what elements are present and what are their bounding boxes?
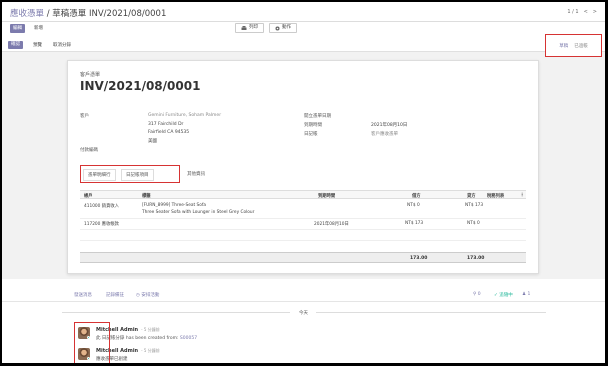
action-label: 動作: [282, 25, 291, 30]
preview-button[interactable]: 預覽: [30, 41, 45, 50]
tabs-highlight: [80, 165, 180, 183]
action-bar: 確認 預覽 取消分錄: [2, 39, 605, 52]
message-time: - 5 分鐘前: [141, 327, 160, 332]
payment-ref-label: 付款編碼: [80, 148, 98, 153]
message-body: 此 日記帳分錄 has been created from: S00057: [96, 335, 197, 341]
table-header: 帳戶 標籤 到期時間 借方 貸方 稅務列表 ⋮: [80, 190, 526, 199]
following-label: 追隨中: [499, 293, 513, 298]
edit-button[interactable]: 編輯: [10, 24, 25, 33]
form-area: 客戶憑單 INV/2021/08/0001 客戶 Gemini Furnitur…: [2, 52, 605, 279]
col-credit[interactable]: 貸方: [467, 193, 476, 199]
pager-next-icon[interactable]: >: [593, 9, 597, 15]
customer-name[interactable]: Gemini Furniture, Soham Palmer: [148, 113, 221, 118]
today-separator: 今天: [299, 311, 308, 316]
row1-label-desc: Three Seater Sofa with Lounger in Steel …: [142, 210, 255, 215]
schedule-activity-button[interactable]: ◷ 安排活動: [136, 292, 159, 298]
invoice-sheet: 客戶憑單 INV/2021/08/0001 客戶 Gemini Furnitur…: [67, 60, 539, 274]
status-bar: 草稿 已過帳: [545, 34, 602, 57]
address-line1: 317 Fairchild Dr: [148, 122, 184, 127]
clock-icon: ◷: [136, 293, 140, 298]
col-debit[interactable]: 借方: [412, 193, 421, 199]
status-posted[interactable]: 已過帳: [574, 43, 588, 49]
col-due[interactable]: 到期時間: [318, 193, 335, 199]
log-note-button[interactable]: 記錄備註: [106, 292, 124, 298]
address-line2: Fairfield CA 94535: [148, 130, 190, 135]
status-draft[interactable]: 草稿: [559, 43, 568, 49]
avatar-highlight: [74, 322, 110, 363]
check-icon: ✓: [494, 293, 498, 298]
paperclip-icon: ⚲: [473, 292, 477, 297]
pager-counter: 1 / 1: [567, 9, 579, 15]
control-bar: 編輯 新增 列印 動作: [2, 22, 605, 39]
row2-credit: NT$ 0: [467, 221, 480, 226]
chatter-divider: [2, 301, 605, 302]
tab-other-info[interactable]: 其他資訊: [183, 169, 209, 181]
print-icon: [241, 25, 247, 30]
pager-prev-icon[interactable]: <: [584, 9, 588, 15]
total-debit: 173.00: [410, 256, 428, 261]
print-label: 列印: [249, 25, 258, 30]
col-account[interactable]: 帳戶: [84, 193, 93, 199]
address-country: 美國: [148, 139, 157, 144]
row2-account: 117200 應收帳款: [84, 222, 119, 227]
row2-due: 2021年08月10日: [314, 222, 349, 227]
row-divider: [80, 218, 526, 219]
confirm-button[interactable]: 確認: [8, 41, 23, 49]
breadcrumb-current: 草稿憑單 INV/2021/08/0001: [52, 9, 167, 19]
attachment-count: 0: [477, 292, 481, 297]
pager: 1 / 1 < >: [567, 9, 597, 15]
invoice-number: INV/2021/08/0001: [80, 79, 201, 93]
journal-label: 日記帳: [304, 132, 318, 137]
user-icon: ♟: [522, 292, 527, 297]
col-tax[interactable]: 稅務列表: [487, 193, 504, 199]
print-button[interactable]: 列印: [235, 23, 264, 33]
attachments-button[interactable]: ⚲ 0: [473, 292, 481, 297]
message-time: - 5 分鐘前: [141, 348, 160, 353]
row-divider: [80, 240, 526, 241]
app-window: 應收憑單 / 草稿憑單 INV/2021/08/0001 1 / 1 < > 編…: [2, 2, 605, 363]
due-date-label: 到期時間: [304, 123, 322, 128]
create-button[interactable]: 新增: [31, 24, 46, 33]
due-date-value[interactable]: 2021年08月10日: [371, 122, 407, 128]
today-line-right: [316, 312, 546, 313]
action-button[interactable]: 動作: [269, 23, 297, 33]
document-type: 客戶憑單: [80, 72, 101, 78]
row1-label: [FURN_8999] Three-Seat Sofa: [142, 203, 207, 208]
total-credit: 173.00: [467, 256, 485, 261]
column-options-icon[interactable]: ⋮: [520, 193, 524, 198]
top-bar: 應收憑單 / 草稿憑單 INV/2021/08/0001 1 / 1 < >: [2, 2, 605, 22]
cancel-entry-button[interactable]: 取消分錄: [50, 41, 74, 50]
customer-label: 客戶: [80, 114, 89, 119]
col-label[interactable]: 標籤: [142, 193, 151, 199]
row1-account: 411000 銷貨收入: [84, 204, 119, 209]
row1-credit: NT$ 173: [465, 203, 484, 208]
followers-button[interactable]: ♟ 1: [522, 292, 530, 297]
breadcrumb-separator: /: [46, 9, 50, 19]
follower-count: 1: [527, 292, 531, 297]
invoice-date-label: 開立憑單日期: [304, 114, 331, 119]
totals-row: 173.00 173.00: [80, 252, 526, 263]
row-divider: [80, 229, 526, 230]
breadcrumb-root[interactable]: 應收憑單: [10, 9, 44, 19]
row2-debit: NT$ 173: [405, 221, 424, 226]
journal-value[interactable]: 客戶應收憑單: [371, 131, 398, 137]
send-message-button[interactable]: 發送消息: [74, 292, 92, 298]
row1-debit: NT$ 0: [407, 203, 420, 208]
chatter: 發送消息 記錄備註 ◷ 安排活動 ⚲ 0 ✓ 追隨中 ♟ 1 今天 Mitche…: [2, 279, 605, 363]
schedule-activity-label: 安排活動: [141, 293, 160, 298]
following-button[interactable]: ✓ 追隨中: [494, 292, 513, 298]
gear-icon: [275, 26, 280, 30]
message-link[interactable]: S00057: [180, 336, 197, 341]
breadcrumb: 應收憑單 / 草稿憑單 INV/2021/08/0001: [10, 7, 166, 19]
